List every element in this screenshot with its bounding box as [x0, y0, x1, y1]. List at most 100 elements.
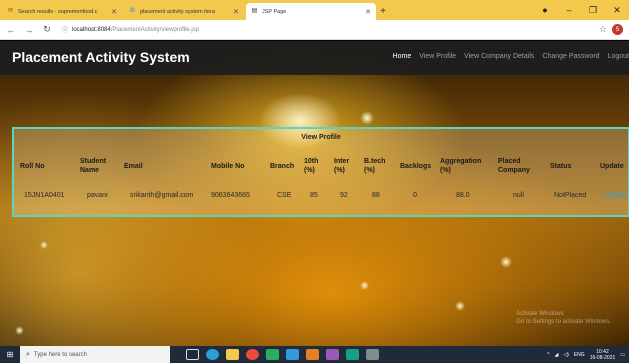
table-cell: 88.0: [456, 191, 470, 199]
column-header: 10th (%): [304, 158, 319, 174]
light-spark: [15, 326, 24, 335]
file-explorer-icon[interactable]: [226, 349, 239, 360]
close-icon[interactable]: ✕: [111, 8, 117, 16]
language-indicator[interactable]: ENG: [574, 352, 585, 358]
url-field[interactable]: ⓘ localhost:8084 /PlacementActivity/view…: [62, 25, 200, 35]
table-cell: null: [513, 191, 524, 199]
profile-avatar[interactable]: S: [612, 24, 623, 35]
nav-home[interactable]: Home: [393, 53, 412, 60]
tab-title: placement activity system itera: [140, 8, 215, 15]
url-path: /PlacementActivity/viewprofile.jsp: [110, 26, 200, 33]
watermark-title: Activate Windows: [516, 311, 564, 317]
forward-arrow-icon[interactable]: →: [22, 23, 36, 37]
windows-start-icon[interactable]: ⊞: [0, 346, 20, 363]
activate-windows-watermark: Activate Windows Go to Settings to activ…: [516, 310, 611, 326]
office-icon[interactable]: [306, 349, 319, 360]
page-background: Placement Activity System Home View Prof…: [0, 41, 629, 346]
light-spark: [360, 281, 369, 290]
close-icon[interactable]: ✕: [365, 8, 371, 16]
column-header: Roll No: [20, 162, 45, 170]
browser-tab-strip: ✉ Search results - supremenfood.c ✕ G pl…: [0, 0, 629, 20]
reload-icon[interactable]: ↻: [40, 23, 54, 37]
new-tab-button[interactable]: +: [376, 3, 390, 20]
window-close-button[interactable]: ✕: [605, 3, 629, 17]
table-cell: 92: [340, 191, 348, 199]
taskbar-search-input[interactable]: ⌕ Type here to search: [20, 346, 170, 363]
table-row: 15JN1A0401 pavani srikanth@gmail.com 906…: [14, 185, 628, 205]
column-header: Branch: [270, 162, 295, 170]
nav-view-company-details[interactable]: View Company Details: [464, 53, 534, 60]
column-header: Backlogs: [400, 162, 432, 170]
light-spark: [40, 241, 48, 249]
notifications-icon[interactable]: ▭: [620, 352, 625, 358]
table-cell: 0: [413, 191, 417, 199]
page-favicon-icon: ▤: [251, 8, 258, 14]
light-spark: [455, 301, 465, 311]
mail-icon[interactable]: [286, 349, 299, 360]
taskbar-apps: [186, 349, 386, 360]
light-spark: [500, 256, 512, 268]
network-icon[interactable]: ◢: [554, 352, 558, 358]
table-cell: 85: [310, 191, 318, 199]
status-cell: NotPlaced: [554, 191, 587, 199]
search-placeholder: Type here to search: [33, 351, 87, 358]
task-view-icon[interactable]: [186, 349, 199, 360]
windows-taskbar: ⊞ ⌕ Type here to search ^ ◢ ◁) ENG 10:42…: [0, 346, 629, 363]
clock-date: 16-08-2021: [589, 354, 616, 361]
mail-favicon-icon: ✉: [7, 8, 14, 14]
url-host: localhost:8084: [72, 26, 111, 33]
chrome-icon[interactable]: [246, 349, 259, 360]
maximize-button[interactable]: ❐: [581, 3, 605, 17]
app-brand[interactable]: Placement Activity System: [12, 49, 190, 65]
column-header: Update: [600, 162, 624, 170]
settings-icon[interactable]: [366, 349, 379, 360]
column-header: Aggregation (%): [440, 158, 482, 174]
tray-arrow-icon[interactable]: ^: [547, 352, 549, 358]
table-header: Roll No Student Name Email Mobile No Bra…: [14, 149, 628, 183]
column-header: B.tech (%): [364, 158, 386, 174]
system-tray: ^ ◢ ◁) ENG 10:42 16-08-2021 ▭: [542, 346, 625, 363]
nav-links: Home View Profile View Company Details C…: [385, 53, 629, 60]
tab-title: Search results - supremenfood.c: [18, 8, 98, 15]
watermark-subtitle: Go to Settings to activate Windows.: [516, 319, 611, 325]
bookmark-star-icon[interactable]: ☆: [599, 24, 607, 35]
table-cell: 15JN1A0401: [24, 191, 65, 199]
nav-change-password[interactable]: Change Password: [542, 53, 599, 60]
search-icon: ⌕: [26, 350, 30, 358]
browser-tab-1[interactable]: ✉ Search results - supremenfood.c ✕: [2, 3, 122, 20]
store-icon[interactable]: [266, 349, 279, 360]
nav-view-profile[interactable]: View Profile: [419, 53, 456, 60]
google-favicon-icon: G: [130, 8, 135, 14]
column-header: Student Name: [80, 158, 107, 174]
back-arrow-icon[interactable]: ←: [4, 23, 18, 37]
nav-logout[interactable]: Logout: [608, 53, 629, 60]
table-cell: pavani: [87, 191, 108, 199]
table-cell: 9063643665: [211, 191, 250, 199]
photos-icon[interactable]: [326, 349, 339, 360]
taskbar-clock[interactable]: 10:42 16-08-2021: [590, 349, 616, 361]
minimize-button[interactable]: –: [557, 3, 581, 17]
table-cell: srikanth@gmail.com: [130, 191, 194, 199]
column-header: Status: [550, 162, 572, 170]
table-cell: 88: [372, 191, 380, 199]
record-icon[interactable]: ●: [533, 3, 557, 17]
info-icon[interactable]: ⓘ: [62, 25, 68, 34]
browser-tab-3[interactable]: ▤ JSP Page ✕: [246, 3, 376, 20]
app-icon[interactable]: [346, 349, 359, 360]
address-bar: ← → ↻ ⓘ localhost:8084 /PlacementActivit…: [0, 20, 629, 40]
volume-icon[interactable]: ◁): [563, 352, 569, 358]
view-profile-panel: View Profile Roll No Student Name Email …: [12, 127, 629, 217]
browser-tab-2[interactable]: G placement activity system itera ✕: [124, 3, 244, 20]
column-header: Email: [124, 162, 143, 170]
update-link[interactable]: Update: [604, 185, 627, 205]
table-cell: CSE: [277, 191, 292, 199]
close-icon[interactable]: ✕: [233, 8, 239, 16]
column-header: Inter (%): [334, 158, 350, 174]
column-header: Mobile No: [211, 162, 245, 170]
column-header: Placed Company: [498, 158, 530, 174]
tab-title: JSP Page: [262, 8, 287, 15]
app-navbar: Placement Activity System Home View Prof…: [0, 41, 629, 75]
panel-title: View Profile: [301, 134, 341, 141]
edge-icon[interactable]: [206, 349, 219, 360]
light-spark: [360, 111, 374, 125]
